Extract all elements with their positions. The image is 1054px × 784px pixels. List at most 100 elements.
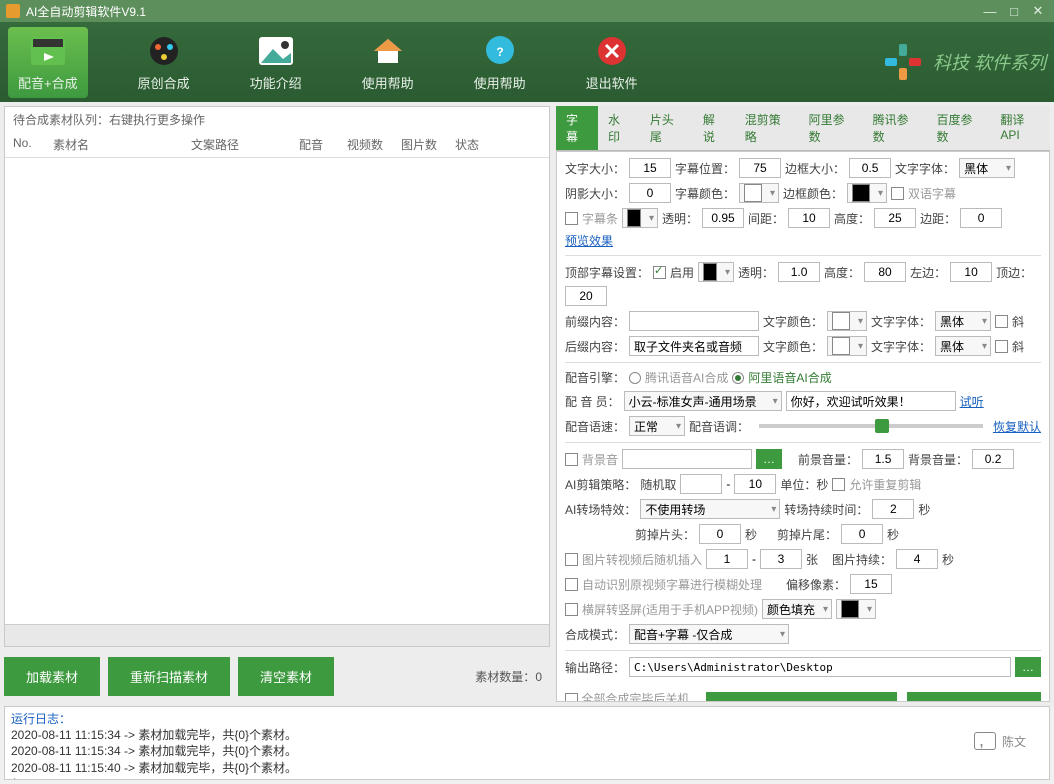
load-material-button[interactable]: 加载素材 [4, 657, 100, 696]
sub-color-label: 字幕颜色： [675, 185, 735, 202]
tab-features[interactable]: 功能介绍 [240, 27, 312, 98]
bg-vol-input[interactable] [972, 449, 1014, 469]
margin-input[interactable] [960, 208, 1002, 228]
bgm-path-input[interactable] [622, 449, 752, 469]
cuttail-input[interactable] [841, 524, 883, 544]
tab-mix-strategy[interactable]: 混剪策略 [735, 106, 799, 150]
tab-subtitles[interactable]: 字幕 [556, 106, 598, 150]
suffix-font-select[interactable]: 黑体 [935, 336, 991, 356]
compose-mode-select[interactable]: 配音+字幕 -仅合成 [629, 624, 789, 644]
top-sub-label: 顶部字幕设置： [565, 264, 649, 281]
spacing-input[interactable] [788, 208, 830, 228]
auto-blur-checkbox[interactable] [565, 578, 578, 591]
offset-input[interactable] [850, 574, 892, 594]
close-button[interactable]: ✕ [1028, 3, 1048, 19]
bar-color-select[interactable] [622, 208, 658, 228]
bgm-checkbox[interactable] [565, 453, 578, 466]
sub-pos-input[interactable] [739, 158, 781, 178]
maximize-button[interactable]: □ [1004, 3, 1024, 19]
prefix-italic-checkbox[interactable] [995, 315, 1008, 328]
height-input[interactable] [874, 208, 916, 228]
minimize-button[interactable]: — [980, 3, 1000, 19]
top-color-select[interactable] [698, 262, 734, 282]
stop-compose-button[interactable]: 停止合成 [907, 692, 1041, 702]
rand-to-input[interactable] [734, 474, 776, 494]
tab-headtail[interactable]: 片头尾 [640, 106, 693, 150]
border-size-input[interactable] [849, 158, 891, 178]
top-alpha-input[interactable] [778, 262, 820, 282]
test-listen-link[interactable]: 试听 [960, 393, 984, 410]
alpha-label: 透明： [662, 210, 698, 227]
cuthead-input[interactable] [699, 524, 741, 544]
tab-watermark[interactable]: 水印 [598, 106, 640, 150]
log-line: 2020-08-11 11:15:40 -> 素材加载完毕，共{0}个素材。 [11, 761, 297, 775]
shadow-input[interactable] [629, 183, 671, 203]
sub-bar-checkbox[interactable] [565, 212, 578, 225]
suffix-italic-checkbox[interactable] [995, 340, 1008, 353]
top-margin-input[interactable] [565, 286, 607, 306]
tab-narration[interactable]: 解说 [693, 106, 735, 150]
engine-ali-radio[interactable] [732, 372, 744, 384]
queue-body[interactable] [5, 158, 549, 624]
tab-compose[interactable]: 配音+合成 [8, 27, 88, 98]
border-color-select[interactable] [847, 183, 887, 203]
top-left-input[interactable] [950, 262, 992, 282]
top-height-input[interactable] [864, 262, 906, 282]
img-dur-input[interactable] [896, 549, 938, 569]
voice-select[interactable]: 小云-标准女声-通用场景 [624, 391, 782, 411]
speed-select[interactable]: 正常 [629, 416, 685, 436]
output-path-input[interactable] [629, 657, 1011, 677]
allow-dup-checkbox[interactable] [832, 478, 845, 491]
tab-translate-api[interactable]: 翻译API [990, 106, 1050, 150]
tab-tx-params[interactable]: 腾讯参数 [863, 106, 927, 150]
prefix-font-select[interactable]: 黑体 [935, 311, 991, 331]
titlebar: AI全自动剪辑软件V9.1 — □ ✕ [0, 0, 1054, 22]
prefix-color-select[interactable] [827, 311, 867, 331]
wechat-icon [974, 732, 996, 750]
reset-link[interactable]: 恢复默认 [993, 418, 1041, 435]
img2vid-checkbox[interactable] [565, 553, 578, 566]
engine-tx-radio[interactable] [629, 372, 641, 384]
tab-help-home[interactable]: 使用帮助 [352, 27, 424, 98]
pager[interactable] [5, 624, 549, 646]
tab-help[interactable]: ? 使用帮助 [464, 27, 536, 98]
shutdown-checkbox[interactable] [565, 693, 578, 702]
log-line: 2020-08-11 11:15:34 -> 素材加载完毕，共{0}个素材。 [11, 728, 297, 742]
output-browse-button[interactable]: … [1015, 657, 1041, 677]
preview-link[interactable]: 预览效果 [565, 232, 613, 249]
test-text-input[interactable] [786, 391, 956, 411]
font-size-input[interactable] [629, 158, 671, 178]
shadow-label: 阴影大小： [565, 185, 625, 202]
clear-material-button[interactable]: 清空素材 [238, 657, 334, 696]
alpha-input[interactable] [702, 208, 744, 228]
palette-icon [144, 33, 184, 69]
sub-bar-label: 字幕条 [582, 210, 618, 227]
suffix-color-select[interactable] [827, 336, 867, 356]
tab-baidu-params[interactable]: 百度参数 [926, 106, 990, 150]
font-family-select[interactable]: 黑体 [959, 158, 1015, 178]
close-icon [592, 33, 632, 69]
tab-ali-params[interactable]: 阿里参数 [799, 106, 863, 150]
bgm-browse-button[interactable]: … [756, 449, 782, 469]
img-from-input[interactable] [706, 549, 748, 569]
top-enable-checkbox[interactable] [653, 266, 666, 279]
suffix-input[interactable] [629, 336, 759, 356]
brand: 科技 软件系列 [881, 42, 1046, 82]
fill-mode-select[interactable]: 颜色填充 [762, 599, 832, 619]
bilingual-checkbox[interactable] [891, 187, 904, 200]
tab-exit[interactable]: 退出软件 [576, 27, 648, 98]
transition-select[interactable]: 不使用转场 [640, 499, 780, 519]
land2port-checkbox[interactable] [565, 603, 578, 616]
start-compose-button[interactable]: 开始合成 [706, 692, 897, 702]
sub-color-select[interactable] [739, 183, 779, 203]
trans-dur-input[interactable] [872, 499, 914, 519]
tone-slider[interactable] [759, 424, 983, 428]
fill-color-select[interactable] [836, 599, 876, 619]
img-to-input[interactable] [760, 549, 802, 569]
rand-from-input[interactable] [680, 474, 722, 494]
prefix-input[interactable] [629, 311, 759, 331]
border-size-label: 边框大小： [785, 160, 845, 177]
fg-vol-input[interactable] [862, 449, 904, 469]
tab-original[interactable]: 原创合成 [128, 27, 200, 98]
rescan-material-button[interactable]: 重新扫描素材 [108, 657, 230, 696]
